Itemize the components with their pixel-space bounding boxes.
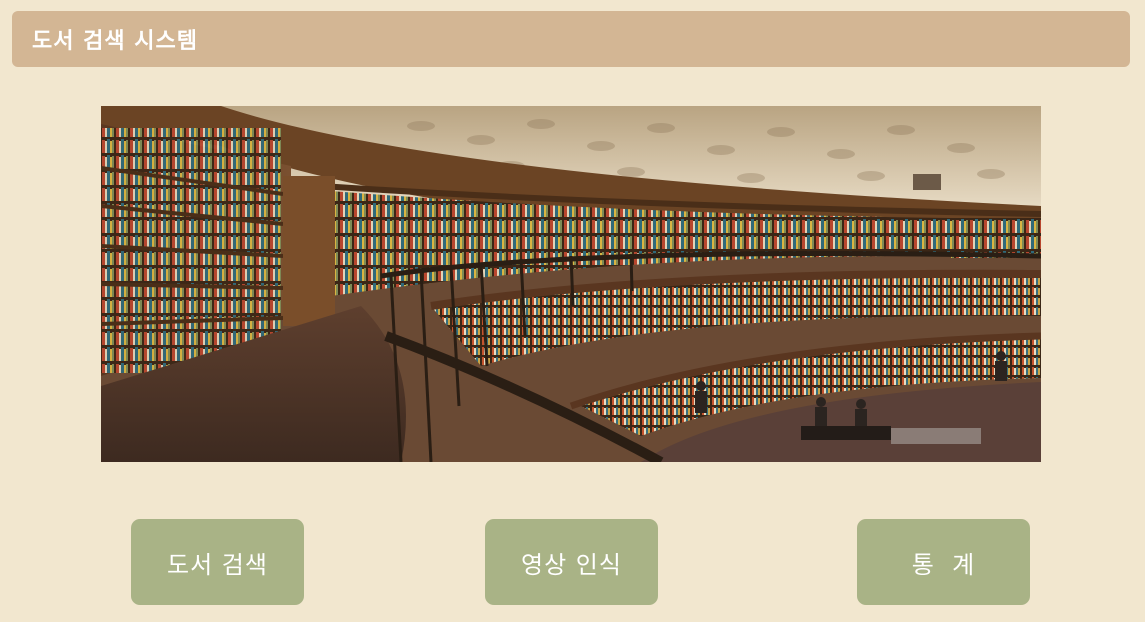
library-banner-image <box>101 106 1041 462</box>
statistics-button[interactable]: 통 계 <box>857 519 1030 605</box>
app-header: 도서 검색 시스템 <box>12 11 1130 67</box>
library-illustration <box>101 106 1041 462</box>
image-recognition-button[interactable]: 영상 인식 <box>485 519 658 605</box>
book-search-button[interactable]: 도서 검색 <box>131 519 304 605</box>
app-title: 도서 검색 시스템 <box>32 29 198 54</box>
